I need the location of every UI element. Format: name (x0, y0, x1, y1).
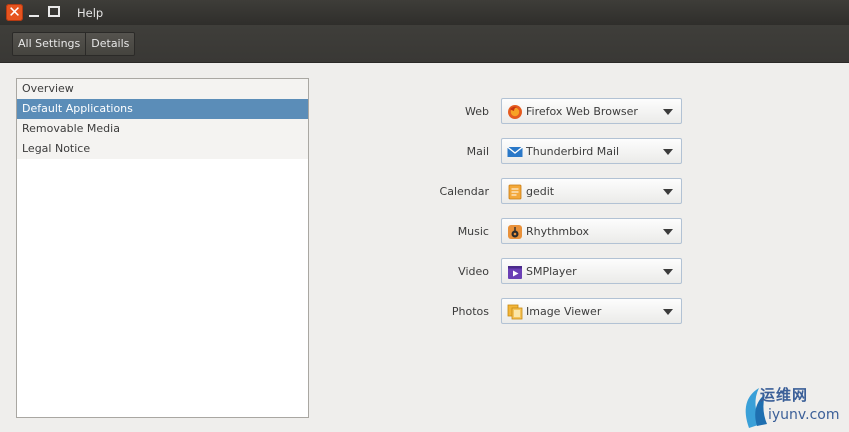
mail-icon (507, 144, 523, 160)
mail-label: Mail (466, 145, 489, 158)
photos-combo[interactable]: Image Viewer (501, 298, 682, 324)
video-combo[interactable]: SMPlayer (501, 258, 682, 284)
maximize-button[interactable] (48, 5, 60, 17)
minimize-icon (29, 15, 39, 17)
category-list: Overview Default Applications Removable … (16, 78, 309, 418)
smplayer-icon (507, 264, 523, 280)
details-button[interactable]: Details (85, 33, 135, 55)
photos-app-name: Image Viewer (526, 305, 602, 318)
chevron-down-icon (663, 149, 673, 155)
web-row: Web Firefox Web Browser (400, 98, 700, 126)
music-app-name: Rhythmbox (526, 225, 590, 238)
calendar-label: Calendar (439, 185, 489, 198)
mail-combo[interactable]: Thunderbird Mail (501, 138, 682, 164)
photos-label: Photos (451, 305, 489, 318)
music-combo[interactable]: Rhythmbox (501, 218, 682, 244)
video-label: Video (458, 265, 489, 278)
gedit-icon (507, 184, 523, 200)
rhythmbox-icon (507, 224, 523, 240)
firefox-icon (507, 104, 523, 120)
image-viewer-icon (507, 304, 523, 320)
music-row: Music Rhythmbox (400, 218, 700, 246)
sidebar-item-legal-notice[interactable]: Legal Notice (17, 139, 308, 159)
close-button[interactable]: ✕ (6, 4, 23, 21)
watermark-url: iyunv.com (768, 407, 840, 423)
minimize-button[interactable] (28, 6, 40, 18)
all-settings-button[interactable]: All Settings (13, 33, 86, 55)
title-bar: ✕ Help (0, 0, 849, 25)
menu-help[interactable]: Help (77, 6, 103, 20)
mail-row: Mail Thunderbird Mail (400, 138, 700, 166)
video-row: Video SMPlayer (400, 258, 700, 286)
breadcrumb: All Settings Details (12, 32, 136, 56)
music-label: Music (457, 225, 489, 238)
chevron-down-icon (663, 109, 673, 115)
web-combo[interactable]: Firefox Web Browser (501, 98, 682, 124)
chevron-down-icon (663, 309, 673, 315)
chevron-down-icon (663, 229, 673, 235)
calendar-combo[interactable]: gedit (501, 178, 682, 204)
watermark-text: 运维网 (760, 386, 809, 404)
sidebar-item-removable-media[interactable]: Removable Media (17, 119, 308, 139)
mail-app-name: Thunderbird Mail (526, 145, 620, 158)
web-label: Web (465, 105, 489, 118)
chevron-down-icon (663, 189, 673, 195)
close-icon: ✕ (8, 3, 21, 21)
chevron-down-icon (663, 269, 673, 275)
web-app-name: Firefox Web Browser (526, 105, 638, 118)
maximize-icon (48, 5, 60, 17)
video-app-name: SMPlayer (526, 265, 577, 278)
toolbar: All Settings Details (0, 25, 849, 63)
calendar-app-name: gedit (526, 185, 555, 198)
sidebar-item-overview[interactable]: Overview (17, 79, 308, 99)
photos-row: Photos Image Viewer (400, 298, 700, 326)
sidebar-item-default-applications[interactable]: Default Applications (17, 99, 308, 119)
calendar-row: Calendar gedit (400, 178, 700, 206)
